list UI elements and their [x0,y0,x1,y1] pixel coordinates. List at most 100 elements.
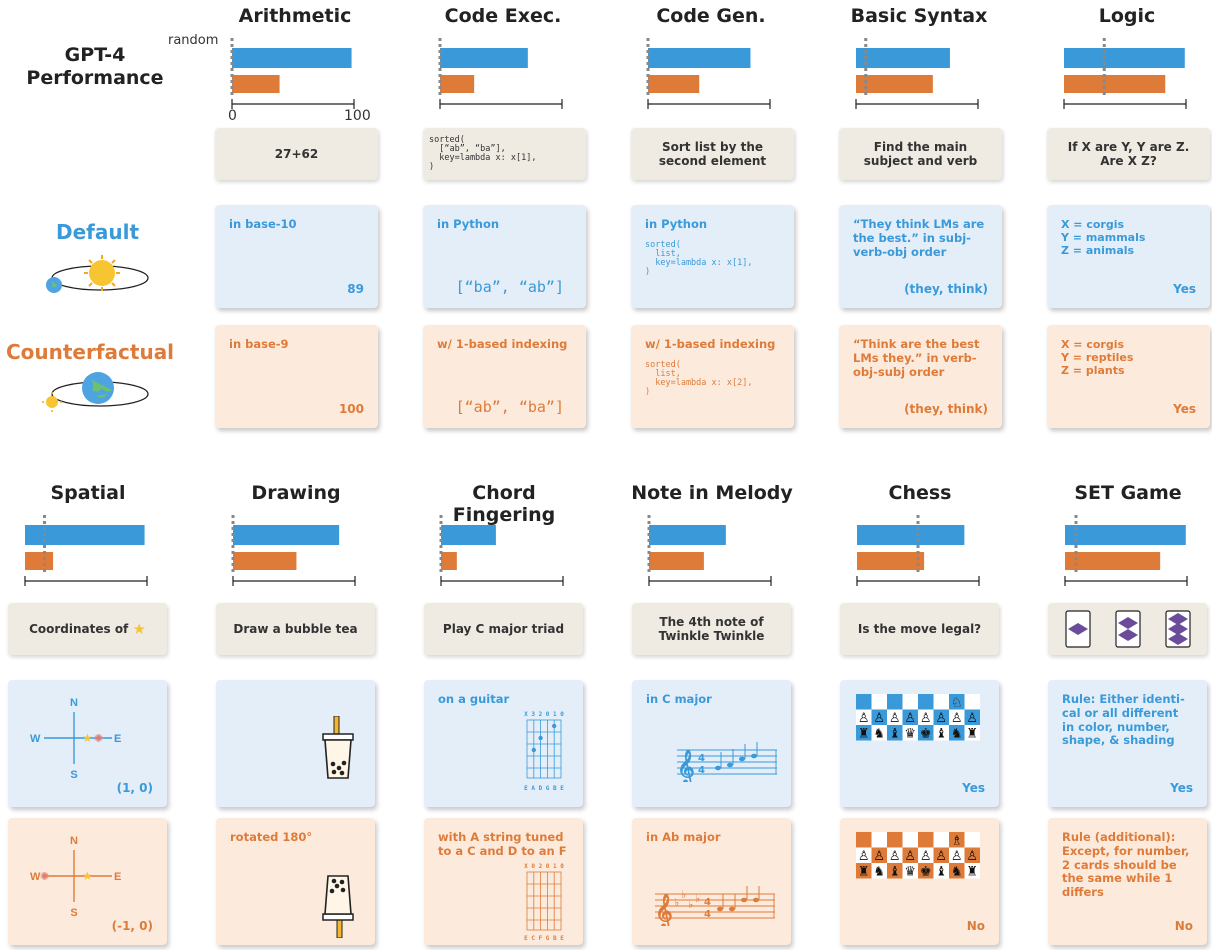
svg-text:♭: ♭ [688,898,693,911]
svg-text:♗: ♗ [951,834,963,849]
svg-text:♚: ♚ [920,865,932,880]
svg-text:♭: ♭ [674,896,679,909]
melody-staff-cf: 𝄞 ♭♭♭ ♭ 4 4 [655,886,775,926]
counterfactual-card-note-in-melody: in Ab major 𝄞 ♭ ♭ ♭ ♭ 4 4 [632,818,791,945]
default-card-arithmetic: in base-10 89 [215,205,378,308]
bubble-tea-rotated-icon [322,875,354,938]
svg-text:♙: ♙ [904,711,916,726]
svg-text:♙: ♙ [966,849,978,864]
chord-fret-labels: X 3 2 0 1 0 [524,711,564,718]
counterfactual-card-logic: X = corgis Y = reptiles Z = plants Yes [1047,325,1210,428]
svg-text:♙: ♙ [935,711,947,726]
bar-chart-spatial [24,515,148,586]
bar-default-chord-fingering [441,525,496,545]
compass-cf-icon: N S W E ✺ ★ [30,835,121,919]
guitar-chord-diagram-cf: X 0 2 0 1 0 E C F G B E [524,863,564,942]
svg-text:♝: ♝ [935,865,947,880]
tick-label-100: 100 [344,108,371,124]
guitar-chord-diagram: X 3 2 0 1 0 E A D G B E [524,711,564,792]
svg-text:♞: ♞ [873,865,885,880]
compass-n: N [70,697,78,709]
bar-counterfactual-drawing [233,552,297,570]
svg-text:4: 4 [698,753,705,764]
svg-text:♙: ♙ [858,711,870,726]
svg-text:♝: ♝ [935,727,947,742]
svg-text:♜: ♜ [858,727,870,742]
svg-text:♛: ♛ [904,865,916,880]
task-spatial: Coordinates of ★ [8,603,167,655]
panel-title-basic-syntax: Basic Syntax [850,5,988,27]
chord-cf-string-labels: E C F G B E [524,935,564,942]
chord-string-labels: E A D G B E [524,785,564,792]
task-basic-syntax: Find the main subject and verb [839,128,1002,180]
bar-default-note-in-melody [649,525,726,545]
chess-board-default: ♘♙ ♙ ♙ ♙ ♙ ♙ ♙ ♙♜ ♞ ♝ ♛ ♚ ♝ ♞ ♜ [856,694,980,742]
svg-text:4: 4 [698,765,705,776]
panel-title-spatial: Spatial [50,482,126,504]
task-set-game [1048,603,1207,655]
bar-chart-logic [1063,38,1187,109]
gpt4-performance-label: GPT-4 Performance [26,44,164,89]
svg-text:♜: ♜ [966,727,978,742]
random-label: random [168,33,219,48]
counterfactual-orbit-icon [42,372,149,412]
bar-default-spatial [25,525,145,545]
bar-default-basic-syntax [856,48,950,68]
bar-counterfactual-chess [857,552,925,570]
star-marker-cf: ★ [82,869,93,883]
bar-chart-code-gen [646,38,771,109]
bar-default-arithmetic [232,48,352,68]
task-arithmetic: 27+62 [215,128,378,180]
counterfactual-card-arithmetic: in base-9 100 [215,325,378,428]
bar-counterfactual-chord-fingering [441,552,457,570]
panel-title-drawing: Drawing [251,482,341,504]
compass-s: S [70,769,77,781]
task-note-in-melody: The 4th note of Twinkle Twinkle [632,603,791,655]
bar-chart-chord-fingering [439,515,564,586]
panel-title-code-exec: Code Exec. [444,5,562,27]
default-card-logic: X = corgis Y = mammals Z = animals Yes [1047,205,1210,308]
bar-counterfactual-arithmetic [232,75,280,93]
svg-text:♝: ♝ [889,865,901,880]
svg-text:♝: ♝ [889,727,901,742]
bar-default-set-game [1065,525,1186,545]
svg-text:♙: ♙ [920,711,932,726]
bar-chart-code-exec [438,38,563,109]
panel-title-logic: Logic [1098,5,1156,27]
compass-cf-s: S [70,907,77,919]
panel-title-set-game: SET Game [1074,482,1182,504]
star-marker: ★ [82,731,93,745]
sun-marker-cf: ✺ [40,870,49,883]
bar-counterfactual-code-gen- [648,75,700,93]
chord-cf-fret-labels: X 0 2 0 1 0 [524,863,564,870]
panel-title-note-in-melody: Note in Melody [631,482,793,504]
counterfactual-card-code-gen: w/ 1-based indexing sorted( list, key=lam… [631,325,794,428]
default-card-spatial: N S W E ★ ✺ (1, 0) [8,680,167,807]
bar-counterfactual-spatial [25,552,54,570]
svg-text:♙: ♙ [858,849,870,864]
svg-text:♙: ♙ [889,849,901,864]
task-drawing: Draw a bubble tea [216,603,375,655]
default-label: Default [55,220,140,244]
bar-default-drawing [233,525,340,545]
counterfactual-card-chord-fingering: with A string tuned to a C and D to an F… [424,818,583,945]
default-card-drawing [216,680,375,807]
svg-text:♞: ♞ [951,865,963,880]
svg-text:♙: ♙ [920,849,932,864]
svg-text:𝄞: 𝄞 [655,893,673,926]
counterfactual-label: Counterfactual [5,340,175,364]
set-cards-icon [1064,610,1191,648]
tick-label-0: 0 [228,108,237,124]
counterfactual-card-basic-syntax: “Think are the best LMs they.” in verb-o… [839,325,1002,428]
panel-title-chess: Chess [888,482,952,504]
svg-text:♘: ♘ [951,696,963,711]
star-icon: ★ [132,620,146,638]
bubble-tea-icon [322,716,354,779]
compass-icon: N S W E ★ ✺ [30,697,121,781]
panel-title-code-gen: Code Gen. [656,5,766,27]
bar-chart-arithmetic [230,38,355,109]
svg-text:♭: ♭ [695,892,700,905]
bar-counterfactual-code-exec- [440,75,475,93]
svg-text:♙: ♙ [873,711,885,726]
task-chord-fingering: Play C major triad [424,603,583,655]
